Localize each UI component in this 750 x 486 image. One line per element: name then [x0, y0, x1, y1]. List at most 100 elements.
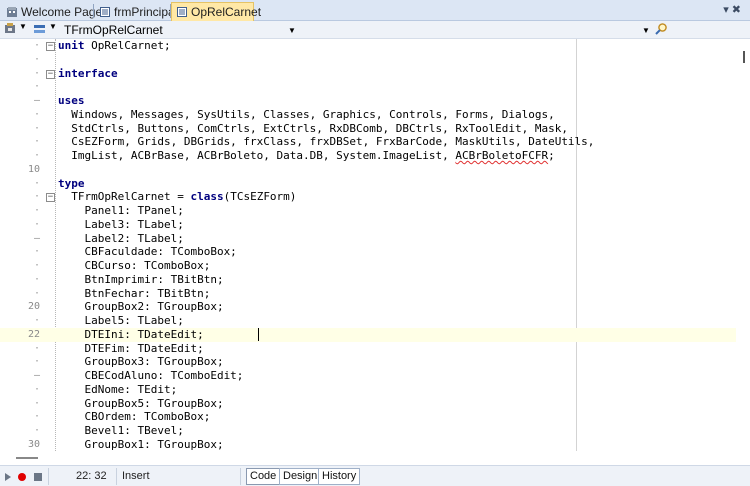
code-line[interactable]: · − TFrmOpRelCarnet = class(TCsEZForm) — [0, 190, 750, 204]
fold-collapse-icon[interactable]: − — [46, 42, 55, 51]
horizontal-scroll-area[interactable] — [0, 451, 750, 465]
code-line[interactable]: – CBECodAluno: TComboEdit; — [0, 369, 750, 383]
code-line[interactable]: 30 GroupBox1: TGroupBox; — [0, 438, 750, 451]
line-number: · — [33, 53, 40, 65]
search-icon[interactable] — [654, 22, 668, 39]
code-line[interactable]: · Windows, Messages, SysUtils, Classes, … — [0, 108, 750, 122]
code-line[interactable]: · — [0, 53, 750, 67]
code-line[interactable]: 20 GroupBox2: TGroupBox; — [0, 300, 750, 314]
line-number: · — [33, 150, 40, 161]
code-text: unit OpRelCarnet; — [58, 39, 171, 52]
line-number: · — [33, 425, 40, 436]
status-bar: 22: 32 Insert Code Design History — [0, 465, 750, 486]
code-line[interactable]: · BtnImprimir: TBitBtn; — [0, 273, 750, 287]
code-line[interactable]: – uses — [0, 94, 750, 108]
vertical-scrollbar[interactable] — [736, 39, 750, 451]
scrollbar-thumb[interactable] — [743, 51, 745, 63]
unit-file-icon — [99, 6, 111, 18]
status-divider — [48, 468, 49, 485]
tab-welcome-page[interactable]: Welcome Page — [2, 2, 106, 21]
line-number: · — [33, 260, 40, 271]
code-text: EdNome: TEdit; — [58, 382, 178, 396]
code-text: StdCtrls, Buttons, ComCtrls, ExtCtrls, R… — [58, 121, 568, 135]
code-line[interactable]: · − unit OpRelCarnet; — [0, 39, 750, 53]
code-line[interactable]: · Label5: TLabel; — [0, 314, 750, 328]
code-line[interactable]: · CBOrdem: TComboBox; — [0, 410, 750, 424]
toolbar-tool-icon[interactable] — [3, 22, 17, 39]
code-text: CBFaculdade: TComboBox; — [58, 245, 237, 259]
code-text: BtnImprimir: TBitBtn; — [58, 272, 224, 286]
editor-tab-strip: Welcome Page frmPrincipal OpRelCarnet ▾✖ — [0, 0, 750, 21]
code-line[interactable]: 10 — [0, 163, 750, 177]
code-line[interactable]: · type — [0, 177, 750, 191]
code-line[interactable]: · Panel1: TPanel; — [0, 204, 750, 218]
code-text: CBCurso: TComboBox; — [58, 259, 211, 272]
line-number: · — [33, 411, 40, 423]
code-text: GroupBox2: TGroupBox; — [58, 300, 224, 314]
code-line[interactable]: · BtnFechar: TBitBtn; — [0, 287, 750, 301]
tab-history-label: History — [322, 470, 357, 482]
close-icon[interactable]: ✖ — [732, 4, 744, 16]
line-number: – — [33, 95, 40, 106]
tab-design[interactable]: Design — [279, 468, 322, 485]
code-line[interactable]: · DTEFim: TDateEdit; — [0, 342, 750, 356]
tab-label: frmPrincipal — [114, 4, 178, 19]
status-divider — [240, 468, 241, 485]
structure-icon[interactable] — [33, 23, 46, 39]
code-text: GroupBox5: TGroupBox; — [58, 396, 224, 410]
fold-collapse-icon[interactable]: − — [46, 69, 55, 79]
code-line[interactable]: · Label3: TLabel; — [0, 218, 750, 232]
code-line[interactable]: · GroupBox3: TGroupBox; — [0, 355, 750, 369]
tab-history[interactable]: History — [318, 468, 361, 485]
tab-list-chevron-icon[interactable]: ▾ — [723, 4, 732, 16]
code-text: BtnFechar: TBitBtn; — [58, 286, 211, 300]
code-line[interactable]: · ImgList, ACBrBase, ACBrBoleto, Data.DB… — [0, 149, 750, 163]
line-number: · — [33, 287, 40, 299]
code-editor[interactable]: · − unit OpRelCarnet; · · − interface · – uses · W… — [0, 39, 750, 451]
horizontal-scroll-thumb[interactable] — [16, 457, 38, 459]
code-line[interactable]: 22 DTEIni: TDateEdit; — [0, 327, 750, 342]
code-line[interactable]: · EdNome: TEdit; — [0, 383, 750, 397]
line-number: – — [33, 370, 40, 381]
chevron-down-icon[interactable]: ▼ — [642, 26, 650, 35]
cursor-position: 22: 32 — [76, 470, 107, 482]
stop-macro-icon[interactable] — [33, 471, 43, 485]
code-line[interactable]: – Label2: TLabel; — [0, 232, 750, 246]
tab-label: Welcome Page — [21, 4, 103, 19]
line-number: · — [33, 315, 40, 326]
tab-strip-controls: ▾✖ — [723, 3, 744, 16]
code-line[interactable]: · − interface — [0, 67, 750, 81]
code-text: CBOrdem: TComboBox; — [58, 410, 211, 424]
play-macro-icon[interactable] — [4, 471, 12, 485]
record-macro-icon[interactable] — [17, 471, 27, 485]
tab-opralcarnet[interactable]: OpRelCarnet — [171, 2, 261, 21]
tab-code-label: Code — [250, 470, 277, 482]
code-text: type — [58, 176, 85, 190]
code-line[interactable]: · Bevel1: TBevel; — [0, 424, 750, 438]
tab-label: OpRelCarnet — [191, 5, 262, 19]
tab-code[interactable]: Code — [246, 468, 281, 485]
code-line[interactable]: · StdCtrls, Buttons, ComCtrls, ExtCtrls,… — [0, 122, 750, 136]
line-number: · — [33, 397, 40, 409]
code-line[interactable]: · CBCurso: TComboBox; — [0, 259, 750, 273]
text-caret — [258, 327, 259, 341]
line-number: 10 — [27, 163, 40, 175]
class-combo[interactable]: TFrmOpRelCarnet ▼ — [64, 22, 299, 38]
code-line[interactable]: · GroupBox5: TGroupBox; — [0, 397, 750, 411]
welcome-page-icon — [6, 6, 18, 18]
line-number: 20 — [27, 301, 40, 313]
code-line[interactable]: · CsEZForm, Grids, DBGrids, frxClass, fr… — [0, 135, 750, 149]
code-line[interactable]: · — [0, 80, 750, 94]
code-text: interface — [58, 66, 118, 80]
fold-collapse-icon[interactable]: − — [46, 193, 55, 203]
tab-frmprincipal[interactable]: frmPrincipal — [95, 2, 181, 21]
code-line[interactable]: · CBFaculdade: TComboBox; — [0, 245, 750, 259]
chevron-down-icon[interactable]: ▼ — [49, 22, 57, 31]
chevron-down-icon[interactable]: ▼ — [288, 26, 296, 35]
method-combo[interactable]: ▼ — [300, 22, 652, 38]
code-text: DTEFim: TDateEdit; — [58, 341, 204, 355]
chevron-down-icon[interactable]: ▼ — [19, 22, 27, 31]
code-text: GroupBox3: TGroupBox; — [58, 355, 224, 369]
line-number: · — [33, 108, 40, 120]
code-text: ImgList, ACBrBase, ACBrBoleto, Data.DB, … — [58, 149, 555, 162]
